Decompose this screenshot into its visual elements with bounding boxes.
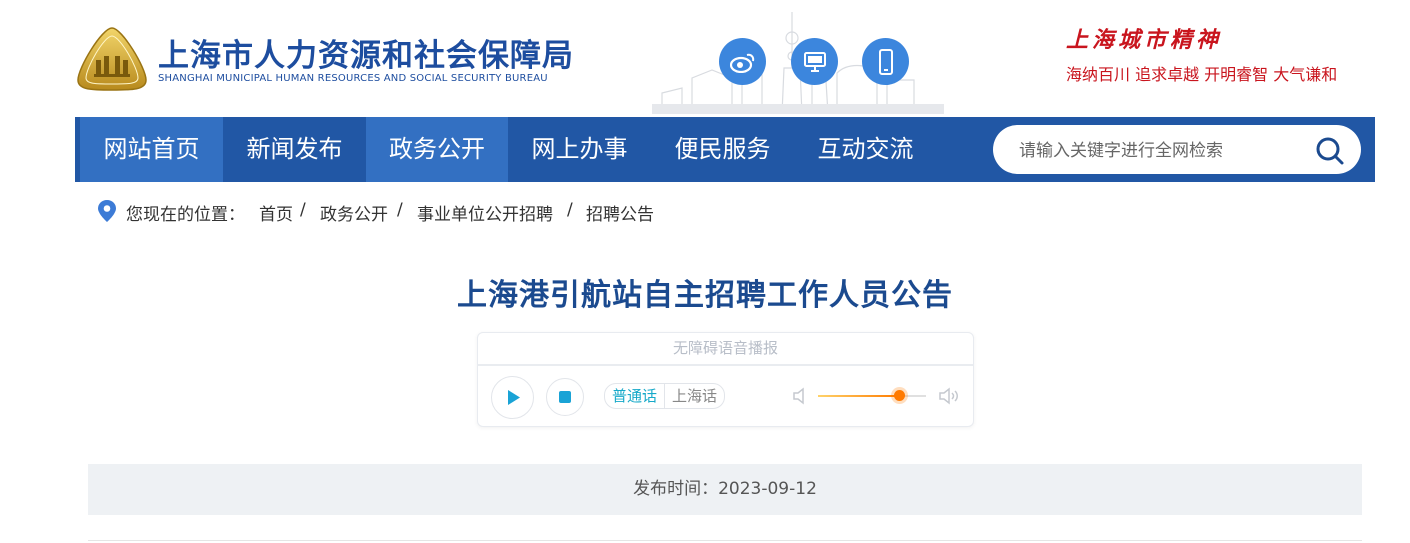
city-spirit-title: 上海城市精神 [1066, 27, 1223, 53]
breadcrumb-separator: / [397, 200, 403, 220]
breadcrumb-separator: / [567, 200, 573, 220]
play-icon [508, 390, 520, 405]
breadcrumb-separator: / [300, 200, 306, 220]
volume-low-icon[interactable] [791, 386, 809, 406]
search-input[interactable] [1017, 125, 1301, 176]
main-nav: 网站首页 新闻发布 政务公开 网上办事 便民服务 互动交流 [75, 117, 1375, 182]
breadcrumb-gov-affairs[interactable]: 政务公开 [320, 200, 388, 225]
site-subtitle: SHANGHAI MUNICIPAL HUMAN RESOURCES AND S… [158, 73, 548, 84]
nav-item-home[interactable]: 网站首页 [80, 117, 223, 182]
city-spirit-motto: 海纳百川 追求卓越 开明睿智 大气谦和 [1066, 65, 1338, 84]
nav-item-public-services[interactable]: 便民服务 [651, 117, 794, 182]
breadcrumb-recruitment[interactable]: 事业单位公开招聘 [417, 200, 553, 225]
player-header: 无障碍语音播报 [478, 333, 973, 366]
nav-item-gov-affairs[interactable]: 政务公开 [366, 117, 508, 182]
pc-version-button[interactable] [791, 38, 838, 85]
site-title: 上海市人力资源和社会保障局 [158, 38, 574, 74]
stop-button[interactable] [546, 378, 584, 416]
weibo-button[interactable] [719, 38, 766, 85]
breadcrumb-home[interactable]: 首页 [259, 200, 293, 225]
publish-time: 发布时间：2023-09-12 [88, 464, 1362, 515]
volume-high-icon[interactable] [937, 386, 961, 406]
bureau-emblem-logo [77, 27, 147, 91]
volume-slider-fill [818, 395, 899, 397]
play-button[interactable] [491, 376, 534, 419]
voice-broadcast-player: 无障碍语音播报 普通话 上海话 [477, 332, 974, 427]
volume-slider-handle[interactable] [893, 390, 905, 401]
content-divider [88, 540, 1362, 541]
breadcrumb-current[interactable]: 招聘公告 [586, 200, 654, 225]
monitor-icon [803, 51, 826, 72]
mobile-icon [878, 48, 893, 75]
search-icon[interactable] [1315, 136, 1345, 166]
lang-tab-mandarin[interactable]: 普通话 [605, 384, 664, 408]
nav-item-interaction[interactable]: 互动交流 [794, 117, 937, 182]
nav-item-online-services[interactable]: 网上办事 [508, 117, 651, 182]
lang-tab-shanghainese[interactable]: 上海话 [665, 384, 724, 408]
nav-item-news[interactable]: 新闻发布 [223, 117, 366, 182]
article-title: 上海港引航站自主招聘工作人员公告 [457, 278, 953, 313]
language-switch: 普通话 上海话 [604, 383, 726, 409]
mobile-version-button[interactable] [862, 38, 909, 85]
stop-icon [559, 391, 571, 403]
location-pin-icon [98, 200, 116, 222]
breadcrumb-label: 您现在的位置： [126, 205, 245, 225]
weibo-icon [729, 53, 754, 73]
volume-slider-track[interactable] [818, 395, 926, 397]
search-box [993, 125, 1361, 176]
